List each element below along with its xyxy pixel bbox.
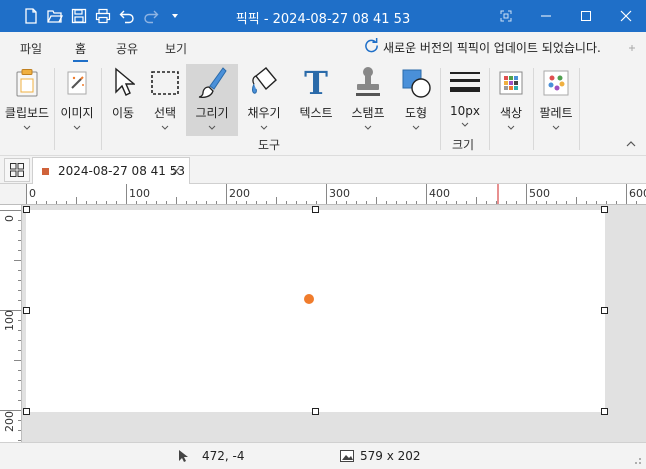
- marquee-select-icon: [151, 71, 179, 95]
- menu-bar: 파일 홈 공유 보기 새로운 버전의 픽픽이 업데이트 되었습니다.: [0, 32, 646, 62]
- cursor-arrow-icon: [115, 67, 135, 96]
- group-label-tools: 도구: [258, 138, 281, 152]
- ruler-label: 0: [29, 187, 36, 200]
- palette-picker[interactable]: 팔레트: [536, 64, 576, 136]
- fill-tool[interactable]: 채우기: [242, 64, 286, 136]
- grid-icon: [10, 163, 24, 177]
- paint-bucket-icon: [252, 67, 277, 94]
- open-folder-icon[interactable]: [46, 6, 64, 26]
- ruler-label: 400: [429, 187, 450, 200]
- tab-color-marker: [42, 167, 49, 175]
- close-tab-icon[interactable]: ×: [171, 164, 181, 178]
- ribbon: 클립보드 이미지 이동 선택 그리기 채우기 T 텍스트 스탬프 도형 10px…: [0, 62, 646, 156]
- text-tool[interactable]: T 텍스트: [292, 64, 340, 136]
- print-icon[interactable]: [94, 6, 112, 26]
- image-size-icon: [340, 450, 354, 462]
- undo-icon[interactable]: [118, 6, 136, 26]
- color-picker[interactable]: 색상: [492, 64, 530, 136]
- ruler-label: 600: [629, 187, 646, 200]
- resize-grip-icon[interactable]: [632, 455, 642, 465]
- chevron-down-icon: [552, 125, 560, 130]
- qat-dropdown-icon[interactable]: [166, 6, 184, 26]
- brush-icon: [198, 67, 227, 98]
- stamp-icon: [356, 67, 380, 96]
- vertical-ruler: 0 100 200: [0, 205, 22, 442]
- ruler-label: 300: [329, 187, 350, 200]
- resize-handle[interactable]: [601, 307, 608, 314]
- chevron-down-icon: [364, 125, 372, 130]
- ruler-corner: [0, 184, 26, 205]
- ruler-label: 100: [3, 310, 16, 331]
- text-t-icon: T: [304, 64, 328, 102]
- ruler-label: 200: [229, 187, 250, 200]
- tab-share[interactable]: 공유: [116, 40, 138, 57]
- line-thickness-icon: [450, 72, 480, 92]
- resize-handle[interactable]: [23, 307, 30, 314]
- resize-handle[interactable]: [601, 206, 608, 213]
- select-tool[interactable]: 선택: [146, 64, 184, 136]
- document-tab-label: 2024-08-27 08 41 53: [58, 164, 185, 178]
- tab-file[interactable]: 파일: [20, 40, 42, 57]
- image-magic-icon: [67, 71, 87, 95]
- thumbnail-view-button[interactable]: [4, 158, 30, 182]
- quick-access-toolbar: [22, 6, 184, 26]
- document-tab[interactable]: 2024-08-27 08 41 53 ×: [32, 157, 190, 184]
- update-text: 새로운 버전의 픽픽이 업데이트 되었습니다.: [383, 40, 601, 55]
- stamp-tool[interactable]: 스탬프: [346, 64, 390, 136]
- move-tool[interactable]: 이동: [104, 64, 142, 136]
- chevron-down-icon: [208, 125, 216, 130]
- capture-icon[interactable]: [486, 0, 526, 32]
- title-bar: 픽픽 - 2024-08-27 08 41 53: [0, 0, 646, 32]
- horizontal-ruler: 0 100 200 300 400 500 600: [26, 184, 646, 205]
- group-label-size: 크기: [452, 138, 475, 152]
- save-icon[interactable]: [70, 6, 88, 26]
- resize-handle[interactable]: [312, 206, 319, 213]
- close-button[interactable]: [606, 0, 646, 32]
- minimize-button[interactable]: [526, 0, 566, 32]
- chevron-down-icon: [161, 125, 169, 130]
- ruler-label: 500: [529, 187, 550, 200]
- palette-icon: [543, 70, 569, 96]
- tab-view[interactable]: 보기: [165, 40, 187, 57]
- shapes-icon: [402, 69, 431, 98]
- refresh-icon: [364, 38, 379, 56]
- chevron-down-icon: [507, 125, 515, 130]
- document-tab-strip: 2024-08-27 08 41 53 ×: [0, 156, 646, 184]
- tab-home[interactable]: 홈: [72, 40, 89, 62]
- shape-tool[interactable]: 도형: [396, 64, 436, 136]
- orange-dot-shape[interactable]: [304, 294, 314, 304]
- maximize-button[interactable]: [566, 0, 606, 32]
- chevron-down-icon: [23, 125, 31, 130]
- ruler-label: 200: [3, 411, 16, 432]
- chevron-down-icon: [73, 125, 81, 130]
- draw-tool[interactable]: 그리기: [186, 64, 238, 136]
- line-size-picker[interactable]: 10px: [444, 64, 486, 136]
- resize-handle[interactable]: [312, 408, 319, 415]
- chevron-down-icon: [412, 125, 420, 130]
- clipboard-icon: [16, 69, 38, 97]
- status-bar: 472, -4 579 x 202: [0, 442, 646, 469]
- image-button[interactable]: 이미지: [56, 64, 98, 136]
- resize-handle[interactable]: [23, 408, 30, 415]
- resize-handle[interactable]: [23, 206, 30, 213]
- color-grid-icon: [499, 71, 523, 95]
- image-canvas[interactable]: [26, 210, 605, 412]
- pin-icon[interactable]: [626, 42, 638, 54]
- chevron-down-icon: [260, 125, 268, 130]
- cursor-position: 472, -4: [178, 449, 245, 463]
- canvas-workspace[interactable]: [22, 205, 646, 442]
- ruler-label: 100: [129, 187, 150, 200]
- pointer-icon: [179, 450, 188, 462]
- chevron-down-icon: [461, 122, 469, 127]
- resize-handle[interactable]: [601, 408, 608, 415]
- update-notice[interactable]: 새로운 버전의 픽픽이 업데이트 되었습니다.: [364, 38, 601, 56]
- redo-icon[interactable]: [142, 6, 160, 26]
- new-file-icon[interactable]: [22, 6, 40, 26]
- clipboard-button[interactable]: 클립보드: [4, 64, 50, 136]
- image-size: 579 x 202: [340, 449, 421, 463]
- ruler-label: 0: [3, 215, 16, 222]
- collapse-ribbon-icon[interactable]: [626, 140, 636, 148]
